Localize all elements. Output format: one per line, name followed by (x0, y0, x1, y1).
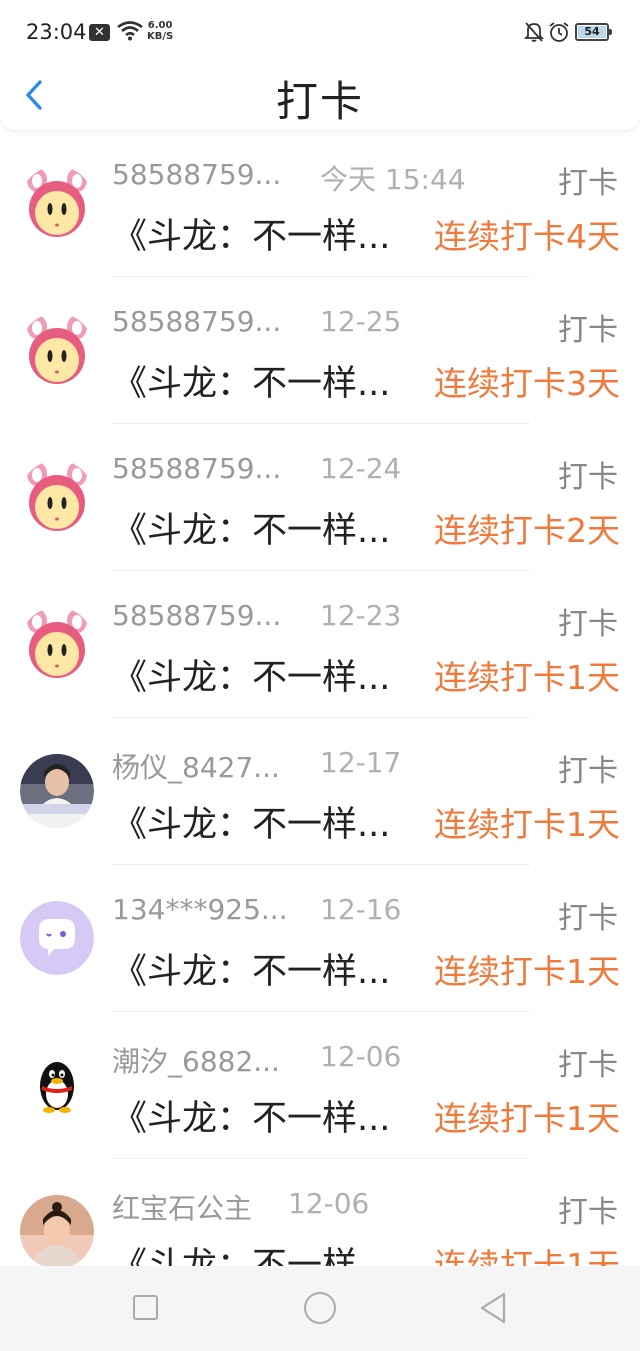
checkin-date: 今天 15:44 (320, 163, 466, 196)
net-speed-unit: KB/S (147, 31, 174, 42)
avatar[interactable] (20, 166, 94, 240)
avatar[interactable] (20, 754, 94, 828)
checkin-date: 12-17 (320, 746, 402, 779)
book-title: 《斗龙：不一样... (112, 511, 391, 551)
action-label: 打卡 (558, 607, 618, 642)
action-label: 打卡 (558, 313, 618, 348)
username: 58588759... (112, 158, 282, 191)
username: 潮汐_6882... (112, 1045, 280, 1078)
avatar[interactable] (20, 607, 94, 681)
username: 58588759... (112, 599, 282, 632)
avatar[interactable] (20, 901, 94, 975)
battery-level: 54 (584, 25, 600, 38)
pink-bunny-avatar-icon (20, 607, 94, 681)
action-label: 打卡 (558, 460, 618, 495)
penguin-avatar-icon (20, 1048, 94, 1122)
checkin-date: 12-24 (320, 452, 402, 485)
book-title: 《斗龙：不一样... (112, 952, 391, 992)
list-item[interactable]: 58588759... 12-24 打卡 《斗龙：不一样... 连续打卡2天 (0, 424, 640, 571)
checkin-record-list[interactable]: 58588759... 今天 15:44 打卡 《斗龙：不一样... 连续打卡4… (0, 130, 640, 1266)
username: 58588759... (112, 305, 282, 338)
username: 红宝石公主 (112, 1192, 253, 1225)
book-title: 《斗龙：不一样... (112, 217, 391, 257)
streak-label: 连续打卡1天 (434, 1246, 620, 1266)
checkin-date: 12-16 (320, 893, 402, 926)
book-title: 《斗龙：不一样... (112, 805, 391, 845)
close-box-icon: ✕ (89, 24, 110, 41)
avatar[interactable] (20, 1195, 94, 1266)
recent-apps-icon[interactable] (133, 1295, 158, 1320)
avatar[interactable] (20, 313, 94, 387)
checkin-date: 12-06 (288, 1187, 370, 1220)
battery-icon: 54 (575, 23, 612, 41)
network-speed: 6.00 KB/S (147, 20, 173, 42)
list-item[interactable]: 杨仪_8427... 12-17 打卡 《斗龙：不一样... 连续打卡1天 (0, 718, 640, 865)
book-title: 《斗龙：不一样... (112, 1099, 391, 1139)
bell-mute-icon (524, 22, 544, 42)
woman-photo-avatar-icon (20, 754, 94, 828)
checkin-date: 12-25 (320, 305, 402, 338)
action-label: 打卡 (558, 1195, 618, 1230)
list-item[interactable]: 潮汐_6882... 12-06 打卡 《斗龙：不一样... 连续打卡1天 (0, 1012, 640, 1159)
username: 58588759... (112, 452, 282, 485)
list-item[interactable]: 58588759... 12-23 打卡 《斗龙：不一样... 连续打卡1天 (0, 571, 640, 718)
streak-label: 连续打卡1天 (434, 952, 620, 991)
avatar[interactable] (20, 460, 94, 534)
status-bar: 23:04 ✕ 6.00 KB/S 54 (0, 0, 640, 62)
streak-label: 连续打卡1天 (434, 805, 620, 844)
girl-photo-avatar-icon (20, 1195, 94, 1266)
book-title: 《斗龙：不一样... (112, 364, 391, 404)
checkin-date: 12-23 (320, 599, 402, 632)
back-triangle-icon[interactable] (478, 1291, 508, 1325)
list-item[interactable]: 58588759... 12-25 打卡 《斗龙：不一样... 连续打卡3天 (0, 277, 640, 424)
streak-label: 连续打卡1天 (434, 658, 620, 697)
net-speed-value: 6.00 (147, 20, 173, 31)
action-label: 打卡 (558, 1048, 618, 1083)
home-icon[interactable] (304, 1292, 336, 1324)
action-label: 打卡 (558, 901, 618, 936)
status-time: 23:04 (26, 20, 87, 44)
streak-label: 连续打卡2天 (434, 511, 620, 550)
pink-bunny-avatar-icon (20, 460, 94, 534)
action-label: 打卡 (558, 166, 618, 201)
streak-label: 连续打卡1天 (434, 1099, 620, 1138)
pink-bunny-avatar-icon (20, 313, 94, 387)
username: 134***925... (112, 893, 288, 926)
username: 杨仪_8427... (112, 751, 280, 784)
streak-label: 连续打卡4天 (434, 217, 620, 256)
streak-label: 连续打卡3天 (434, 364, 620, 403)
action-label: 打卡 (558, 754, 618, 789)
page-title: 打卡 (275, 77, 364, 126)
alarm-icon (549, 22, 569, 42)
book-title: 《斗龙：不一样... (112, 658, 391, 698)
app-header: 打卡 (0, 62, 640, 130)
pink-bunny-avatar-icon (20, 166, 94, 240)
system-nav-bar (0, 1266, 640, 1351)
list-item[interactable]: 红宝石公主 12-06 打卡 《斗龙：不一样... 连续打卡1天 (0, 1159, 640, 1266)
wifi-icon (117, 21, 143, 41)
list-item[interactable]: 134***925... 12-16 打卡 《斗龙：不一样... 连续打卡1天 (0, 865, 640, 1012)
checkin-date: 12-06 (320, 1040, 402, 1073)
chat-bubble-avatar-icon (20, 901, 94, 975)
list-item[interactable]: 58588759... 今天 15:44 打卡 《斗龙：不一样... 连续打卡4… (0, 130, 640, 277)
avatar[interactable] (20, 1048, 94, 1122)
book-title: 《斗龙：不一样... (112, 1246, 391, 1266)
